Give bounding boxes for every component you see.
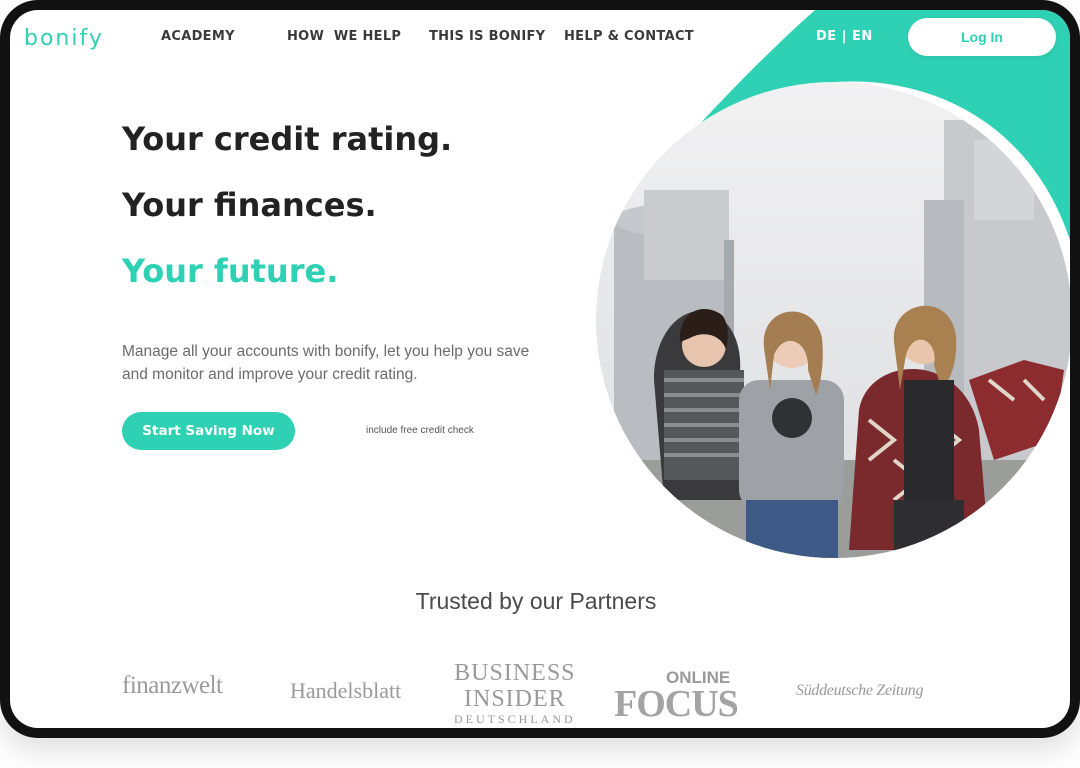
hero-description: Manage all your accounts with bonify, le… — [122, 343, 530, 383]
hero-photo-friends — [596, 82, 1070, 558]
lang-en[interactable]: EN — [852, 29, 873, 44]
bonify-logo[interactable]: bonify — [24, 24, 104, 52]
nav-help-contact[interactable]: HELP & CONTACT — [564, 29, 694, 44]
focus-word: FOCUS — [614, 683, 739, 725]
business-insider-line-2: INSIDER — [464, 686, 566, 712]
language-switcher: DE | EN — [816, 29, 873, 44]
browser-viewport: bonify ACADEMY HOW WE HELP THIS IS BONIF… — [10, 10, 1070, 728]
lang-separator: | — [841, 29, 847, 44]
top-navigation: bonify ACADEMY HOW WE HELP THIS IS BONIF… — [10, 10, 1070, 66]
start-saving-button[interactable]: Start Saving Now — [122, 412, 295, 450]
business-insider-line-3: DEUTSCHLAND — [454, 712, 576, 726]
nav-how-we-help[interactable]: HOW WE HELP — [287, 29, 401, 44]
partners-title: Trusted by our Partners — [415, 588, 657, 614]
partner-logo-sueddeutsche: Süddeutsche Zeitung — [796, 682, 924, 699]
logo-wordmark: bonify — [24, 25, 104, 51]
nav-this-is-bonify[interactable]: THIS IS BONIFY — [429, 29, 545, 44]
headline-future: Your future. — [122, 252, 339, 290]
free-credit-check-note: include free credit check — [366, 425, 474, 436]
login-button[interactable]: Log In — [908, 18, 1056, 56]
business-insider-line-1: BUSINESS — [454, 660, 576, 686]
partner-logo-business-insider: BUSINESS INSIDER DEUTSCHLAND — [454, 660, 576, 726]
nav-academy[interactable]: ACADEMY — [161, 29, 235, 44]
headline-finances: Your finances. — [122, 186, 377, 224]
partner-logo-finanzwelt: finanzwelt — [122, 672, 223, 699]
lang-de[interactable]: DE — [816, 29, 837, 44]
partner-logo-handelsblatt: Handelsblatt — [290, 678, 402, 703]
device-frame: bonify ACADEMY HOW WE HELP THIS IS BONIF… — [0, 0, 1080, 738]
headline-credit-rating: Your credit rating. — [122, 120, 453, 158]
